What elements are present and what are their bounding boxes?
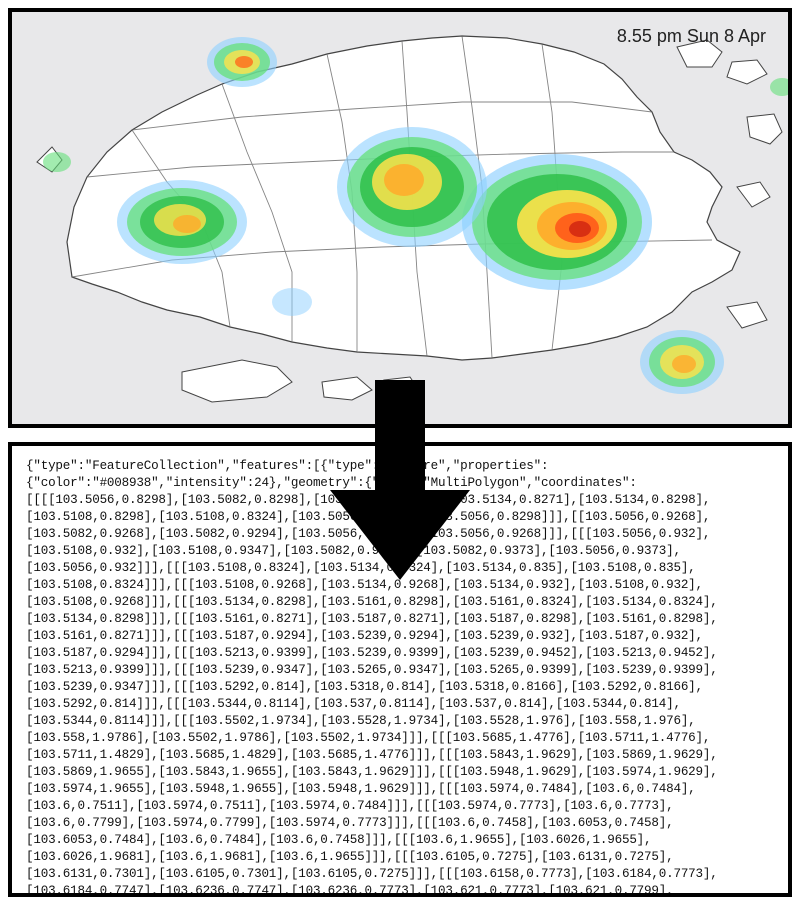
radar-cell-west	[117, 180, 247, 264]
transform-arrow	[330, 380, 470, 585]
radar-cell-north	[207, 37, 277, 87]
radar-cell-east	[462, 154, 652, 290]
radar-cell-offshore-se	[640, 330, 724, 394]
arrow-icon	[330, 380, 470, 580]
radar-map-svg	[12, 12, 792, 428]
radar-cell-central	[337, 127, 487, 247]
radar-map-panel: 8.55 pm Sun 8 Apr	[8, 8, 792, 428]
map-timestamp: 8.55 pm Sun 8 Apr	[617, 26, 766, 47]
